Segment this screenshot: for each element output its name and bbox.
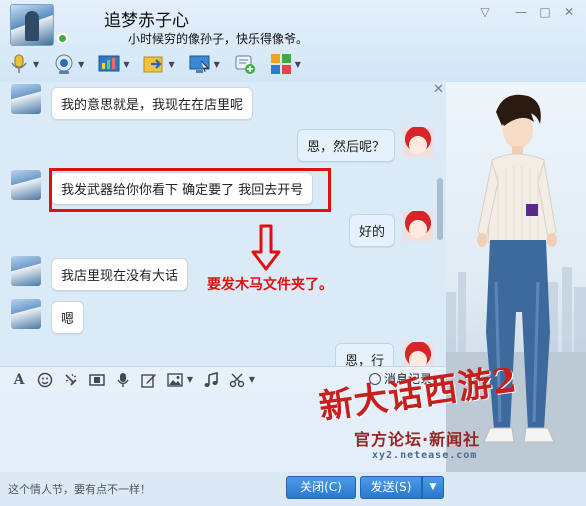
avatar-show-illustration [446,94,586,472]
chevron-down-icon[interactable]: ▼ [33,60,39,69]
create-discussion-button[interactable] [234,53,256,75]
send-file-button[interactable]: ▼ [143,53,175,75]
message-bubble: 恩，然后呢？ [297,129,396,162]
online-status-icon [57,33,68,44]
screenshot-icon[interactable] [228,371,246,389]
webcam-icon [53,53,75,75]
chevron-down-icon[interactable]: ▼ [248,371,256,389]
avatar-show-panel [446,82,586,472]
nudge-icon[interactable] [62,371,80,389]
send-file-icon [143,53,165,75]
close-window-button[interactable]: ✕ [560,4,578,20]
chevron-down-icon[interactable]: ▼ [186,371,194,389]
microphone-icon [8,53,30,75]
remote-desktop-button[interactable]: ▼ [189,53,220,75]
close-panel-icon[interactable]: ✕ [433,82,444,97]
create-discussion-icon [234,53,256,75]
app-share-button[interactable]: ▼ [98,53,129,75]
contact-name[interactable]: 追梦赤子心 [104,6,189,31]
highlight-box [49,168,331,212]
my-message-avatar[interactable] [403,211,433,241]
image-icon[interactable] [166,371,184,389]
edit-icon[interactable] [140,371,158,389]
my-message-avatar[interactable] [403,127,433,157]
message-bubble: 嗯 [51,301,85,334]
emoji-icon[interactable] [36,371,54,389]
contact-message-avatar[interactable] [11,84,41,114]
down-arrow-icon [251,224,281,271]
contact-avatar[interactable] [10,4,54,46]
chat-scrollbar[interactable] [437,178,443,240]
skin-dropdown-button[interactable]: ▽ [476,4,494,20]
chevron-down-icon[interactable]: ▼ [295,60,301,69]
apps-icon [270,53,292,75]
chevron-down-icon[interactable]: ▼ [123,60,129,69]
watermark-subtitle: 官方论坛·新闻社 [354,430,481,449]
send-button[interactable]: 发送(S) [360,476,422,499]
remote-desktop-icon [189,53,211,75]
chevron-down-icon[interactable]: ▼ [168,60,174,69]
minimize-button[interactable]: — [512,4,530,20]
music-icon[interactable] [202,371,220,389]
annotation-text: 要发木马文件夹了。 [207,277,333,293]
contact-signature: 小时候穷的像孙子，快乐得像爷。 [128,32,309,46]
message-bubble: 好的 [349,214,396,247]
chevron-down-icon[interactable]: ▼ [78,60,84,69]
chat-toolbar: ▼ ▼ ▼ ▼ ▼ ▼ [8,52,315,76]
maximize-button[interactable]: □ [536,4,554,20]
font-icon[interactable]: A [10,371,28,389]
message-bubble: 我店里现在没有大话 [51,258,189,291]
ad-text-link[interactable]: 这个情人节，要有点不一样！ [8,481,151,497]
contact-message-avatar[interactable] [11,256,41,286]
voice-call-button[interactable]: ▼ [8,53,39,75]
app-share-icon [98,53,120,75]
apps-button[interactable]: ▼ [270,53,301,75]
message-bubble: 我的意思就是，我现在在店里呢 [51,87,254,120]
video-call-button[interactable]: ▼ [53,53,84,75]
contact-message-avatar[interactable] [11,299,41,329]
close-button[interactable]: 关闭(C) [286,476,356,499]
voice-icon[interactable] [114,371,132,389]
video-icon[interactable] [88,371,106,389]
watermark-url: xy2.netease.com [372,450,478,461]
contact-message-avatar[interactable] [11,170,41,200]
send-options-button[interactable]: ▼ [422,476,444,499]
chevron-down-icon[interactable]: ▼ [214,60,220,69]
